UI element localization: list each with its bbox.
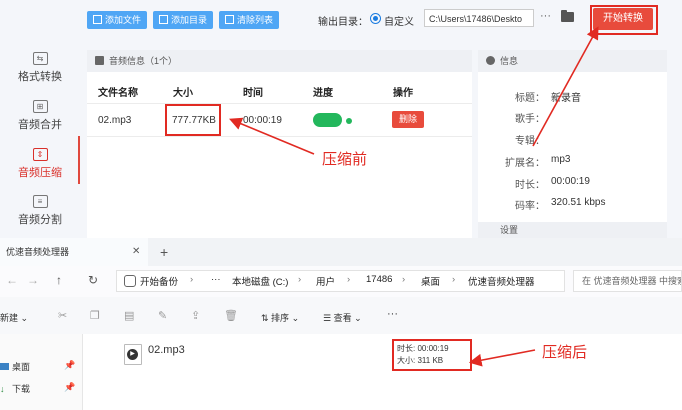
before-arrow [229, 117, 315, 155]
annotation-arrows [229, 26, 599, 367]
start-button-arrow [532, 26, 599, 147]
after-arrow [468, 349, 536, 367]
